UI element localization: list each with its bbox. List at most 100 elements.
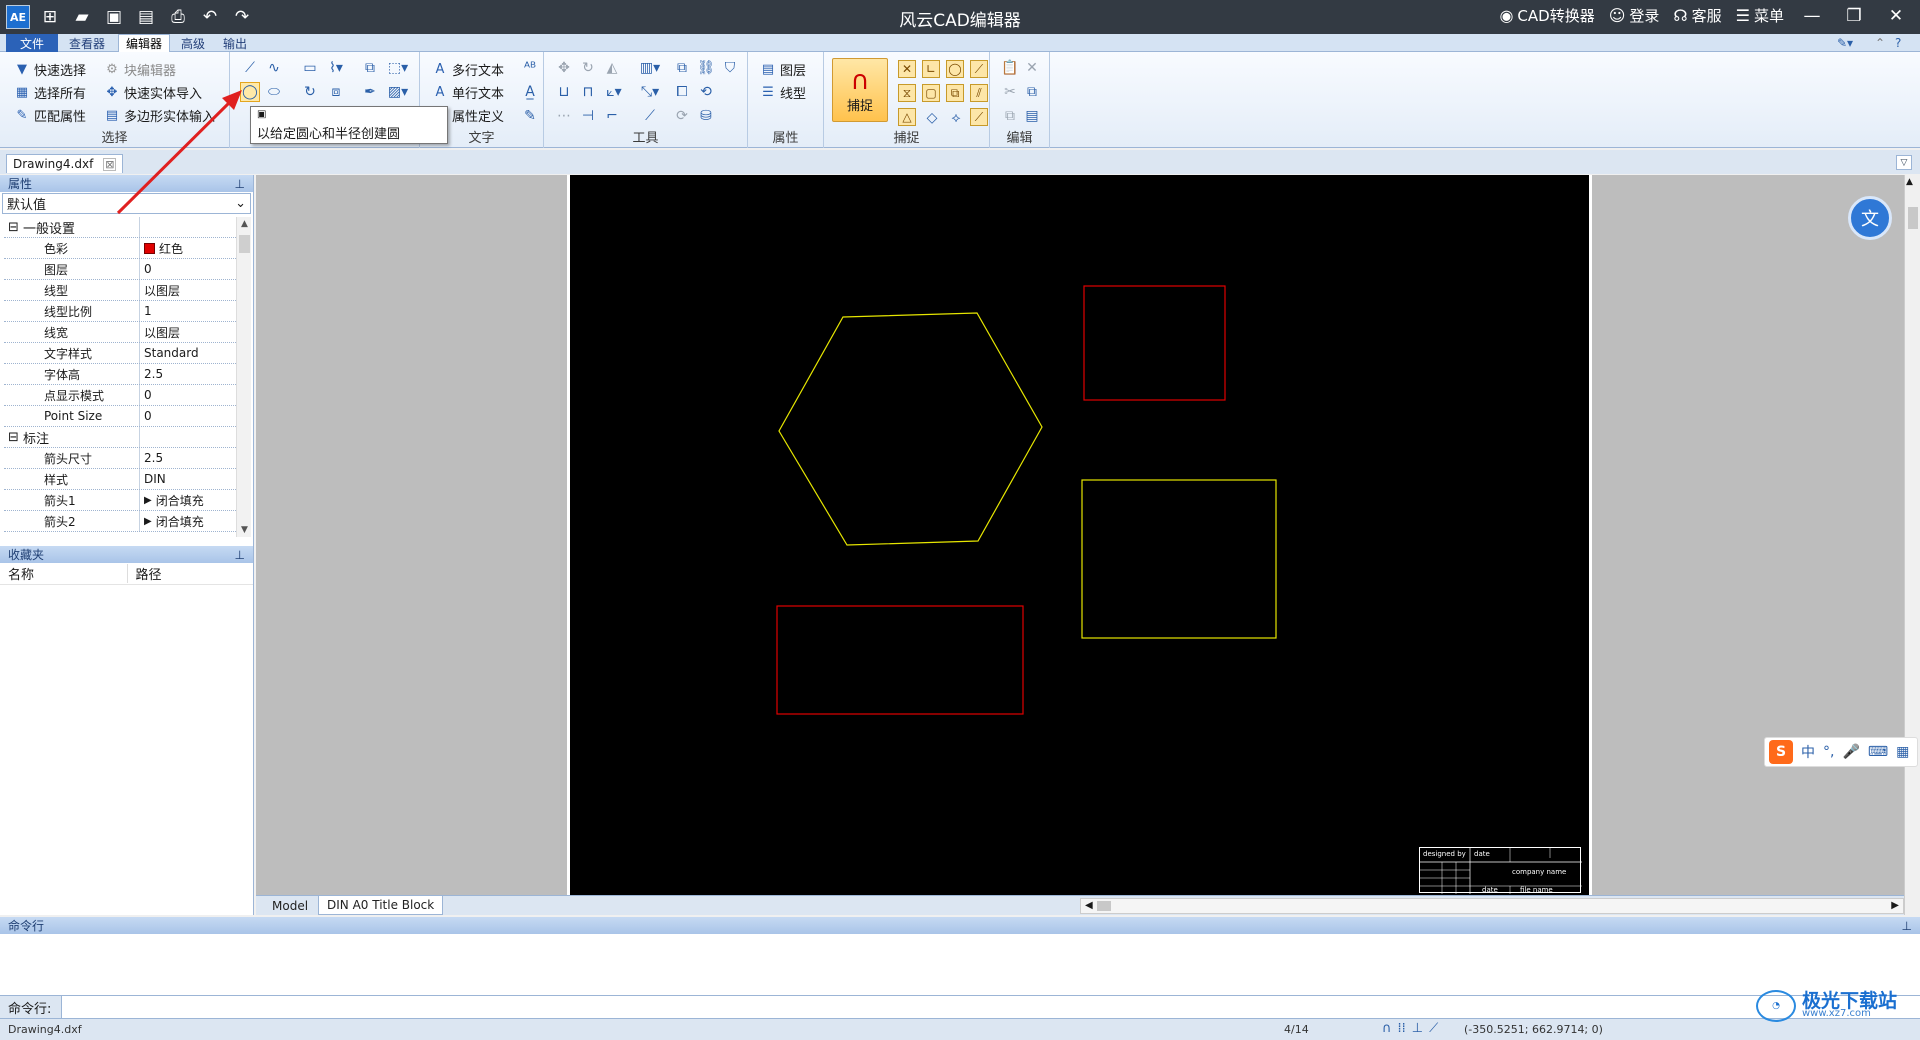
category-general[interactable]: ⊟ 一般设置	[4, 217, 236, 238]
offset-icon[interactable]: ⟳	[672, 106, 692, 126]
pin-icon[interactable]: ⊥	[235, 177, 245, 191]
scroll-left-icon[interactable]: ◀	[1085, 900, 1093, 911]
fillet-icon[interactable]: ⌐	[602, 106, 622, 126]
close-tab-icon[interactable]: ⊠	[103, 157, 117, 171]
image-icon[interactable]: ▨▾	[388, 82, 408, 102]
layer-button[interactable]: ▤ 图层	[760, 60, 806, 79]
close-icon[interactable]: ✕	[1882, 6, 1910, 26]
table-row[interactable]: 色彩 红色	[4, 238, 236, 259]
snap-perpendicular-icon[interactable]: ∟	[922, 60, 940, 78]
rotate-icon[interactable]: ↻	[578, 58, 598, 78]
quick-select-button[interactable]: ▼ 快速选择	[14, 60, 86, 79]
rectangle-entity-red-top[interactable]	[1083, 285, 1226, 401]
drawing-svg[interactable]	[570, 175, 1589, 895]
ime-chinese-label[interactable]: 中	[1801, 742, 1815, 762]
tab-advanced[interactable]: 高级	[174, 34, 212, 52]
text-font-icon[interactable]: A̲	[520, 82, 540, 102]
punctuation-icon[interactable]: °,	[1823, 744, 1834, 760]
region-icon[interactable]: ⬚▾	[388, 58, 408, 78]
paste-special-icon[interactable]: ⧉	[1022, 82, 1042, 102]
table-row[interactable]: Point Size 0	[4, 406, 236, 427]
dim-angular-icon[interactable]: ⟀▾	[604, 82, 624, 102]
polar-icon[interactable]: ⟋	[1429, 1021, 1438, 1036]
redo-icon[interactable]: ↷	[230, 5, 254, 29]
snap-node-icon[interactable]: ⟡	[946, 108, 966, 128]
ortho-icon[interactable]: ⊥	[1412, 1021, 1423, 1036]
hexagon-entity[interactable]	[778, 312, 1043, 546]
snap-endpoint-icon[interactable]: ✕	[898, 60, 916, 78]
microphone-icon[interactable]: 🎤	[1842, 744, 1859, 760]
tab-file[interactable]: 文件	[6, 34, 59, 52]
properties-selector[interactable]: 默认值 ⌄	[2, 193, 251, 214]
minimize-icon[interactable]: —	[1798, 6, 1826, 26]
snap-midpoint-icon[interactable]: ▢	[922, 84, 940, 102]
polyline-icon[interactable]: ⌇▾	[326, 58, 346, 78]
category-dimension[interactable]: ⊟ 标注	[4, 427, 236, 448]
collapse-icon[interactable]: ⊟	[8, 220, 19, 235]
canvas-horizontal-scrollbar[interactable]: ◀ ▶	[1080, 898, 1904, 914]
scroll-thumb[interactable]	[239, 235, 250, 253]
linetype-button[interactable]: ☰ 线型	[760, 83, 806, 102]
table-row[interactable]: 图层 0	[4, 259, 236, 280]
canvas-vertical-scrollbar[interactable]: ▲	[1904, 175, 1920, 915]
polygon-entity-input-button[interactable]: ▤ 多边形实体输入	[104, 106, 215, 125]
text-style-icon[interactable]: ᴬᴮ	[520, 58, 540, 78]
insert-block-icon[interactable]: ⧈	[326, 82, 346, 102]
link-icon[interactable]: ⛓	[696, 58, 716, 78]
array-icon[interactable]: ▥▾	[640, 58, 660, 78]
doc-tab-drawing4[interactable]: Drawing4.dxf ⊠	[6, 154, 124, 173]
rectangle-entity-red-bottom[interactable]	[776, 605, 1024, 715]
collapse-icon[interactable]: ⊟	[8, 430, 19, 445]
help-icon[interactable]: ?	[1888, 34, 1908, 52]
drawing-sheet[interactable]: designed by date company name date file …	[567, 175, 1592, 895]
measure-icon[interactable]: ⟲	[696, 82, 716, 102]
table-row[interactable]: 点显示模式 0	[4, 385, 236, 406]
table-row[interactable]: 箭头尺寸 2.5	[4, 448, 236, 469]
purge-icon[interactable]: ⛁	[696, 106, 716, 126]
table-row[interactable]: 箭头2 ▶ 闭合填充	[4, 511, 236, 532]
stamp-icon[interactable]: ⛉	[720, 58, 740, 78]
quick-entity-import-button[interactable]: ✥ 快速实体导入	[104, 83, 202, 102]
scroll-right-icon[interactable]: ▶	[1891, 900, 1899, 911]
undo-icon[interactable]: ↶	[198, 5, 222, 29]
dim-linear-icon[interactable]: ⊔	[554, 82, 574, 102]
select-all-button[interactable]: ▦ 选择所有	[14, 83, 86, 102]
mirror-icon[interactable]: ◭	[602, 58, 622, 78]
print-icon[interactable]: ⎙	[166, 5, 190, 29]
command-input[interactable]	[62, 996, 1920, 1018]
move-icon[interactable]: ✥	[554, 58, 574, 78]
snap-triangle-icon[interactable]: △	[898, 108, 916, 126]
service-button[interactable]: ☊ 客服	[1673, 5, 1721, 26]
circle-icon[interactable]: ◯	[240, 82, 260, 102]
hscroll-thumb[interactable]	[1097, 901, 1111, 911]
scroll-down-icon[interactable]: ▼	[237, 525, 252, 535]
snap-nearest-icon[interactable]: ⟋	[970, 108, 988, 126]
pin-icon[interactable]: ⊥	[235, 548, 245, 562]
snap-parallel-icon[interactable]: ⫽	[970, 84, 988, 102]
title-block[interactable]: designed by date company name date file …	[1419, 847, 1582, 894]
cut-icon[interactable]: ✂	[1000, 82, 1020, 102]
snap-button[interactable]: ∩ 捕捉	[832, 58, 888, 122]
copy-icon[interactable]: ⧉	[1000, 106, 1020, 126]
table-row[interactable]: 样式 DIN	[4, 469, 236, 490]
delete-icon[interactable]: ✕	[1022, 58, 1042, 78]
col-path[interactable]: 路径	[126, 564, 254, 583]
menu-button[interactable]: ☰ 菜单	[1736, 5, 1784, 26]
scroll-up-icon[interactable]: ▲	[237, 219, 252, 229]
line-icon[interactable]: ⟋	[240, 58, 260, 78]
mtext-button[interactable]: A 多行文本	[432, 60, 504, 79]
paste-block-icon[interactable]: ▤	[1022, 106, 1042, 126]
rectangle-entity-yellow[interactable]	[1081, 479, 1277, 639]
table-row[interactable]: 线型 以图层	[4, 280, 236, 301]
paste-icon[interactable]: 📋	[1000, 58, 1020, 78]
table-row[interactable]: 字体高 2.5	[4, 364, 236, 385]
chamfer-icon[interactable]: ⟋	[640, 106, 660, 126]
stext-button[interactable]: A 单行文本	[432, 83, 504, 102]
login-button[interactable]: ☺ 登录	[1609, 5, 1660, 26]
magnet-status-icon[interactable]: ∩	[1382, 1021, 1392, 1036]
pen-icon[interactable]: ✒	[360, 82, 380, 102]
ellipse-icon[interactable]: ⬭	[264, 82, 284, 102]
cad-converter-button[interactable]: ◉ CAD转换器	[1499, 5, 1594, 26]
spline-icon[interactable]: ∿	[264, 58, 284, 78]
table-row[interactable]: 线型比例 1	[4, 301, 236, 322]
